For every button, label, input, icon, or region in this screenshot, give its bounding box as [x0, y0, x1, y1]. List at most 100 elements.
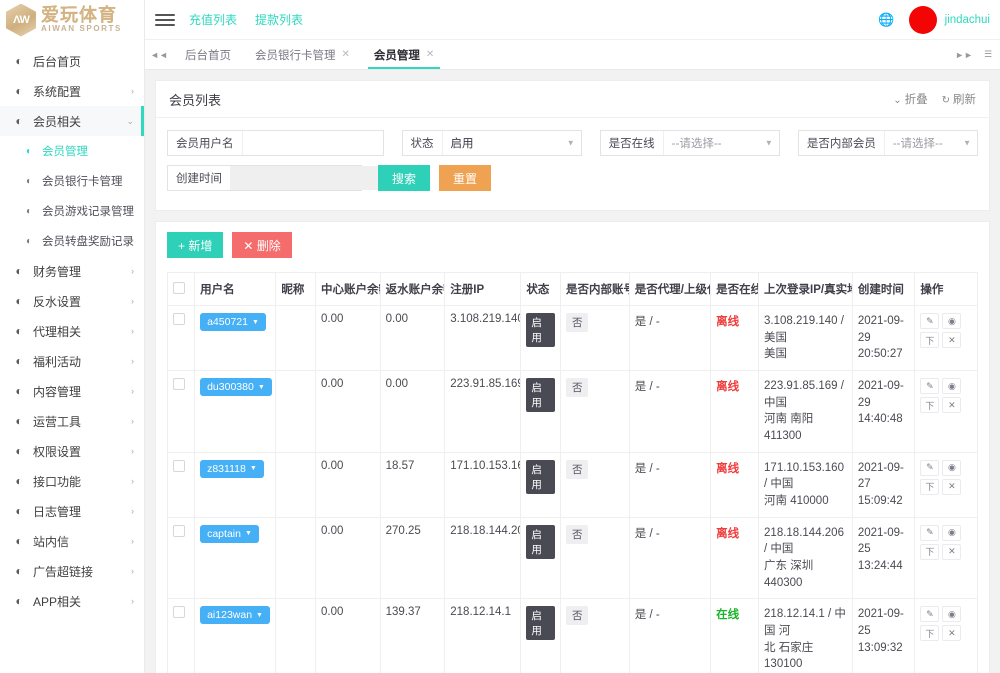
page-title: 会员列表 — [169, 90, 879, 109]
row-checkbox[interactable] — [173, 525, 185, 537]
member-username-input[interactable] — [243, 131, 383, 155]
sidebar-item-api[interactable]: ◐ 接口功能 › — [0, 466, 144, 496]
internal-member-field[interactable]: 是否内部会员 --请选择-- ▼ — [798, 130, 978, 156]
sidebar-item-member-bankcard[interactable]: ◐ 会员银行卡管理 — [0, 166, 144, 196]
row-checkbox[interactable] — [173, 313, 185, 325]
download-icon[interactable]: 下 — [920, 479, 939, 495]
member-table: 用户名 昵称 中心账户余额 返水账户余额 注册IP 状态 是否内部账号 是否代理… — [167, 272, 978, 673]
sidebar-item-promotion[interactable]: ◐ 福利活动 › — [0, 346, 144, 376]
delete-button[interactable]: ✕ 删除 — [232, 232, 291, 258]
username-pill[interactable]: du300380▼ — [200, 378, 272, 396]
sidebar-item-member-management[interactable]: ◐ 会员管理 — [0, 136, 144, 166]
close-icon[interactable]: ✕ — [942, 544, 961, 560]
gear-icon[interactable]: ◉ — [942, 313, 961, 329]
download-icon[interactable]: 下 — [920, 332, 939, 348]
message-icon: ◐ — [12, 534, 26, 548]
close-icon[interactable]: ✕ — [942, 625, 961, 641]
tab-dashboard[interactable]: 后台首页 — [173, 40, 243, 69]
tabs-scroll-left-icon[interactable]: ◄◄ — [145, 40, 173, 69]
tab-member-management[interactable]: 会员管理 ✕ — [362, 40, 446, 69]
edit-icon[interactable]: ✎ — [920, 606, 939, 622]
edit-icon[interactable]: ✎ — [920, 460, 939, 476]
sidebar-item-member[interactable]: ◐ 会员相关 ⌄ — [0, 106, 144, 136]
gear-icon[interactable]: ◉ — [942, 460, 961, 476]
avatar[interactable] — [909, 6, 937, 34]
online-field[interactable]: 是否在线 --请选择-- ▼ — [600, 130, 780, 156]
tab-member-bankcard[interactable]: 会员银行卡管理 ✕ — [243, 40, 362, 69]
download-icon[interactable]: 下 — [920, 625, 939, 641]
edit-icon[interactable]: ✎ — [920, 378, 939, 394]
top-link-withdraw-list[interactable]: 提款列表 — [255, 11, 303, 28]
col-last-login: 上次登录IP/真实地址 — [759, 273, 853, 306]
tabs-menu-icon[interactable]: ☰ — [976, 49, 1000, 60]
globe-icon[interactable]: 🌐 — [878, 12, 894, 28]
sidebar-item-operation-tools[interactable]: ◐ 运营工具 › — [0, 406, 144, 436]
chevron-down-icon: ▼ — [256, 612, 263, 619]
internal-member-select[interactable]: --请选择-- ▼ — [885, 131, 977, 155]
status-badge: 启用 — [526, 606, 555, 640]
sidebar-item-agent[interactable]: ◐ 代理相关 › — [0, 316, 144, 346]
close-icon[interactable]: ✕ — [426, 49, 434, 60]
close-icon[interactable]: ✕ — [942, 479, 961, 495]
search-card: 会员列表 ⌄折叠 ↻刷新 会员用户名 状态 启 — [155, 80, 990, 211]
created-time-input[interactable] — [231, 166, 401, 190]
edit-icon[interactable]: ✎ — [920, 525, 939, 541]
created-time-field[interactable]: 创建时间 — [167, 165, 362, 191]
sidebar-item-dashboard[interactable]: ◐ 后台首页 — [0, 46, 144, 76]
cell-agent: 是 / - — [629, 371, 710, 453]
hamburger-menu-icon[interactable] — [155, 11, 175, 29]
top-link-recharge-list[interactable]: 充值列表 — [189, 11, 237, 28]
logo-mark-icon: ΛW — [6, 4, 36, 37]
username-pill[interactable]: a450721▼ — [200, 313, 266, 331]
cell-username: du300380▼ — [195, 371, 276, 453]
status-field[interactable]: 状态 启用 ▼ — [402, 130, 582, 156]
internal-badge: 否 — [566, 378, 589, 397]
sidebar-item-app[interactable]: ◐ APP相关 › — [0, 586, 144, 616]
gear-icon[interactable]: ◉ — [942, 378, 961, 394]
sidebar-item-rebate[interactable]: ◐ 反水设置 › — [0, 286, 144, 316]
chevron-right-icon: › — [131, 566, 134, 576]
gear-icon[interactable]: ◉ — [942, 525, 961, 541]
row-checkbox[interactable] — [173, 606, 185, 618]
sidebar-item-member-wheelreward[interactable]: ◐ 会员转盘奖励记录 — [0, 226, 144, 256]
sidebar-item-site-message[interactable]: ◐ 站内信 › — [0, 526, 144, 556]
close-icon[interactable]: ✕ — [942, 332, 961, 348]
internal-badge: 否 — [566, 313, 589, 332]
online-select[interactable]: --请选择-- ▼ — [664, 131, 779, 155]
username-pill[interactable]: captain▼ — [200, 525, 259, 543]
select-all-checkbox[interactable] — [173, 282, 185, 294]
edit-icon[interactable]: ✎ — [920, 313, 939, 329]
row-checkbox[interactable] — [173, 460, 185, 472]
tab-label: 会员银行卡管理 — [255, 47, 336, 63]
member-username-field[interactable]: 会员用户名 — [167, 130, 384, 156]
status-select[interactable]: 启用 ▼ — [443, 131, 581, 155]
username-pill[interactable]: ai123wan▼ — [200, 606, 270, 624]
cell-last-login: 218.18.144.206 / 中国广东 深圳 440300 — [759, 517, 853, 599]
username-pill[interactable]: z831118▼ — [200, 460, 264, 478]
collapse-button[interactable]: ⌄折叠 — [893, 91, 927, 107]
close-icon[interactable]: ✕ — [342, 49, 350, 60]
sidebar-item-ad-link[interactable]: ◐ 广告超链接 › — [0, 556, 144, 586]
sidebar-item-permission[interactable]: ◐ 权限设置 › — [0, 436, 144, 466]
tabs-scroll-right-icon[interactable]: ►► — [952, 50, 976, 60]
col-agent: 是否代理/上级代理 — [629, 273, 710, 306]
refresh-button[interactable]: ↻刷新 — [942, 91, 976, 107]
brand-logo[interactable]: ΛW 爱玩体育 AIWAN SPORTS — [0, 0, 144, 40]
sidebar-item-content[interactable]: ◐ 内容管理 › — [0, 376, 144, 406]
gear-icon[interactable]: ◉ — [942, 606, 961, 622]
sidebar-item-member-gamelog[interactable]: ◐ 会员游戏记录管理 — [0, 196, 144, 226]
sidebar-item-system-config[interactable]: ◐ 系统配置 › — [0, 76, 144, 106]
search-button[interactable]: 搜索 — [378, 165, 430, 191]
download-icon[interactable]: 下 — [920, 544, 939, 560]
download-icon[interactable]: 下 — [920, 397, 939, 413]
close-icon[interactable]: ✕ — [942, 397, 961, 413]
sidebar-item-log[interactable]: ◐ 日志管理 › — [0, 496, 144, 526]
username-label[interactable]: jindachui — [945, 14, 990, 26]
created-clock: 20:50:27 — [858, 346, 910, 363]
add-button[interactable]: + 新增 — [167, 232, 223, 258]
reset-button[interactable]: 重置 — [439, 165, 491, 191]
top-bar: 充值列表 提款列表 🌐 jindachui — [145, 0, 1000, 40]
cell-internal: 否 — [560, 452, 629, 517]
sidebar-item-finance[interactable]: ◐ 财务管理 › — [0, 256, 144, 286]
row-checkbox[interactable] — [173, 378, 185, 390]
